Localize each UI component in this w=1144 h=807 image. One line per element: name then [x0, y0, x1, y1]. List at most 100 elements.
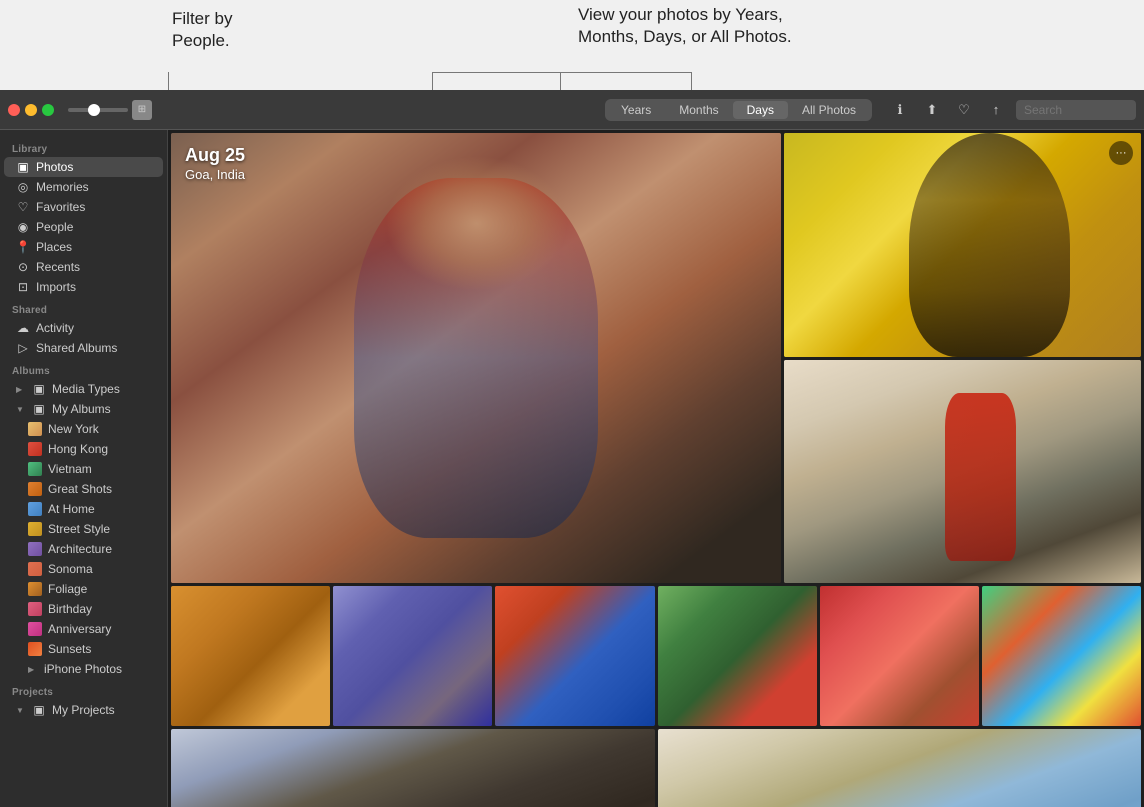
photo-area: Aug 25 Goa, India ···	[168, 130, 1144, 807]
photo-date-label: Aug 25 Goa, India	[185, 145, 245, 184]
photo-cell-bottom-2[interactable]	[658, 729, 1142, 807]
sidebar-label-photos: Photos	[36, 160, 73, 174]
share-button[interactable]: ⬆	[918, 99, 946, 121]
sidebar-item-great-shots[interactable]: Great Shots	[4, 479, 163, 499]
sidebar-item-media-types[interactable]: ▶ ▣ Media Types	[4, 379, 163, 399]
photo-cell-3[interactable]	[495, 586, 654, 726]
size-slider-area: ⊞	[68, 100, 152, 120]
sidebar-label-hong-kong: Hong Kong	[48, 442, 108, 456]
sidebar-item-recents[interactable]: ⊙ Recents	[4, 257, 163, 277]
my-albums-icon: ▣	[32, 402, 46, 416]
more-options-button[interactable]: ···	[1109, 141, 1133, 165]
sidebar-item-architecture[interactable]: Architecture	[4, 539, 163, 559]
fullscreen-button[interactable]	[42, 104, 54, 116]
photo-cell-6[interactable]	[982, 586, 1141, 726]
sidebar-item-my-albums[interactable]: ▼ ▣ My Albums	[4, 399, 163, 419]
sidebar-item-iphone-photos[interactable]: ▶ iPhone Photos	[4, 659, 163, 679]
annotation-view-options: View your photos by Years,Months, Days, …	[578, 4, 792, 48]
vietnam-thumb	[28, 462, 42, 476]
sidebar-label-my-projects: My Projects	[52, 703, 115, 717]
photo-main-background	[171, 133, 781, 583]
iphone-photos-chevron: ▶	[28, 665, 38, 674]
info-button[interactable]: ℹ	[886, 99, 914, 121]
photo-cell-bottom-1[interactable]	[171, 729, 655, 807]
sidebar-label-foliage: Foliage	[48, 582, 87, 596]
sidebar-label-street-style: Street Style	[48, 522, 110, 536]
photo-main[interactable]: Aug 25 Goa, India	[171, 133, 781, 583]
photo-grid-top: Aug 25 Goa, India ···	[168, 130, 1144, 583]
sidebar-item-hong-kong[interactable]: Hong Kong	[4, 439, 163, 459]
sidebar-item-vietnam[interactable]: Vietnam	[4, 459, 163, 479]
sidebar-label-media-types: Media Types	[52, 382, 120, 396]
photo-cell-1[interactable]	[171, 586, 330, 726]
sidebar-label-iphone-photos: iPhone Photos	[44, 662, 122, 676]
annotation-bracket	[432, 72, 692, 90]
sidebar-item-favorites[interactable]: ♡ Favorites	[4, 197, 163, 217]
photo-right-bottom-background	[784, 360, 1141, 584]
sidebar-label-great-shots: Great Shots	[48, 482, 112, 496]
media-types-icon: ▣	[32, 382, 46, 396]
sidebar-item-at-home[interactable]: At Home	[4, 499, 163, 519]
minimize-button[interactable]	[25, 104, 37, 116]
shared-albums-icon: ▷	[16, 341, 30, 355]
sidebar-item-new-york[interactable]: New York	[4, 419, 163, 439]
photo-cell-5[interactable]	[820, 586, 979, 726]
sidebar-item-people[interactable]: ◉ People	[4, 217, 163, 237]
tab-months[interactable]: Months	[665, 101, 732, 119]
photo-right-top[interactable]: ···	[784, 133, 1141, 357]
tab-all-photos[interactable]: All Photos	[788, 101, 870, 119]
great-shots-thumb	[28, 482, 42, 496]
photo-right-bottom[interactable]	[784, 360, 1141, 584]
sidebar-item-photos[interactable]: ▣ Photos	[4, 157, 163, 177]
street-style-thumb	[28, 522, 42, 536]
close-button[interactable]	[8, 104, 20, 116]
sidebar-item-anniversary[interactable]: Anniversary	[4, 619, 163, 639]
size-slider-track	[68, 108, 128, 112]
new-york-thumb	[28, 422, 42, 436]
photo-cell-4[interactable]	[658, 586, 817, 726]
my-albums-chevron: ▼	[16, 405, 26, 414]
size-slider-thumb[interactable]	[88, 104, 100, 116]
sidebar-item-activity[interactable]: ☁ Activity	[4, 318, 163, 338]
sidebar-label-sonoma: Sonoma	[48, 562, 93, 576]
sidebar-item-imports[interactable]: ⊡ Imports	[4, 277, 163, 297]
sidebar-item-my-projects[interactable]: ▼ ▣ My Projects	[4, 700, 163, 720]
sidebar-item-sunsets[interactable]: Sunsets	[4, 639, 163, 659]
sidebar-label-people: People	[36, 220, 73, 234]
sidebar-label-imports: Imports	[36, 280, 76, 294]
projects-section-label: Projects	[0, 679, 167, 700]
sidebar-label-at-home: At Home	[48, 502, 95, 516]
tab-days[interactable]: Days	[733, 101, 788, 119]
birthday-thumb	[28, 602, 42, 616]
places-icon: 📍	[16, 240, 30, 254]
search-input[interactable]	[1016, 100, 1136, 120]
at-home-thumb	[28, 502, 42, 516]
sidebar-item-sonoma[interactable]: Sonoma	[4, 559, 163, 579]
sidebar-item-memories[interactable]: ◎ Memories	[4, 177, 163, 197]
sidebar-label-memories: Memories	[36, 180, 89, 194]
sidebar-item-places[interactable]: 📍 Places	[4, 237, 163, 257]
photo-right-top-background	[784, 133, 1141, 357]
photo-grid-mid	[168, 583, 1144, 729]
memories-icon: ◎	[16, 180, 30, 194]
sidebar-item-street-style[interactable]: Street Style	[4, 519, 163, 539]
photo-right-column: ···	[784, 133, 1141, 583]
photo-cell-2[interactable]	[333, 586, 492, 726]
sidebar-label-sunsets: Sunsets	[48, 642, 91, 656]
sidebar-item-birthday[interactable]: Birthday	[4, 599, 163, 619]
annotation-filter-people: Filter byPeople.	[172, 8, 232, 52]
photo-date: Aug 25	[185, 145, 245, 166]
sunsets-thumb	[28, 642, 42, 656]
favorite-button[interactable]: ♡	[950, 99, 978, 121]
sidebar-item-foliage[interactable]: Foliage	[4, 579, 163, 599]
sidebar-item-shared-albums[interactable]: ▷ Shared Albums	[4, 338, 163, 358]
grid-size-icon[interactable]: ⊞	[132, 100, 152, 120]
architecture-thumb	[28, 542, 42, 556]
annotation-line-left	[168, 72, 169, 90]
tab-years[interactable]: Years	[607, 101, 665, 119]
sidebar-label-vietnam: Vietnam	[48, 462, 92, 476]
toolbar: ⊞ Years Months Days All Photos ℹ ⬆ ♡ ↑	[0, 90, 1144, 130]
sidebar-label-anniversary: Anniversary	[48, 622, 111, 636]
my-projects-chevron: ▼	[16, 706, 26, 715]
export-button[interactable]: ↑	[982, 99, 1010, 121]
